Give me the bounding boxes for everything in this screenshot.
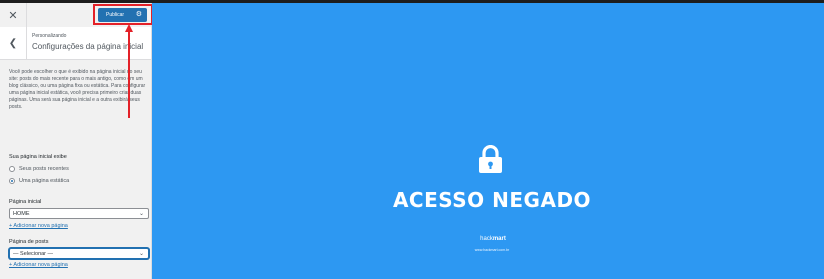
- annotation-arrow-line: [128, 30, 130, 118]
- access-denied-heading: ACESSO NEGADO: [392, 188, 592, 212]
- brand-url: www.hackmart.com.br: [474, 248, 510, 252]
- close-icon[interactable]: ✕: [0, 3, 27, 27]
- radio-button[interactable]: [9, 178, 15, 184]
- chevron-left-icon[interactable]: ❮: [0, 27, 27, 59]
- section-description: Você pode escolher o que é exibido na pá…: [9, 69, 146, 110]
- radio-button[interactable]: [9, 166, 15, 172]
- breadcrumb: Personalizando: [32, 33, 67, 39]
- radio-label: Uma página estática: [19, 178, 70, 184]
- brand-prefix: hack: [480, 236, 493, 242]
- add-homepage-link[interactable]: + Adicionar nova página: [9, 223, 68, 229]
- chevron-down-icon: ⌄: [138, 211, 144, 217]
- radio-static-page[interactable]: Uma página estática: [9, 178, 69, 184]
- posts-page-select-value: — Selecionar —: [13, 250, 54, 257]
- chevron-down-icon: ⌄: [138, 251, 144, 257]
- brand-logo: hackmart: [473, 236, 513, 242]
- homepage-display-label: Sua página inicial exibe: [9, 154, 67, 160]
- posts-page-label: Página de posts: [9, 239, 49, 245]
- lock-icon: [479, 145, 502, 173]
- homepage-select-value: HOME: [13, 210, 30, 217]
- radio-label: Seus posts recentes: [19, 166, 69, 172]
- homepage-label: Página inicial: [9, 199, 42, 205]
- posts-page-select[interactable]: — Selecionar — ⌄: [9, 248, 149, 259]
- add-posts-page-link[interactable]: + Adicionar nova página: [9, 262, 68, 268]
- annotation-highlight-box: [93, 4, 153, 25]
- radio-recent-posts[interactable]: Seus posts recentes: [9, 166, 69, 172]
- homepage-select[interactable]: HOME ⌄: [9, 208, 149, 219]
- brand-suffix: mart: [492, 236, 506, 242]
- section-title: Configurações da página inicial: [32, 42, 144, 51]
